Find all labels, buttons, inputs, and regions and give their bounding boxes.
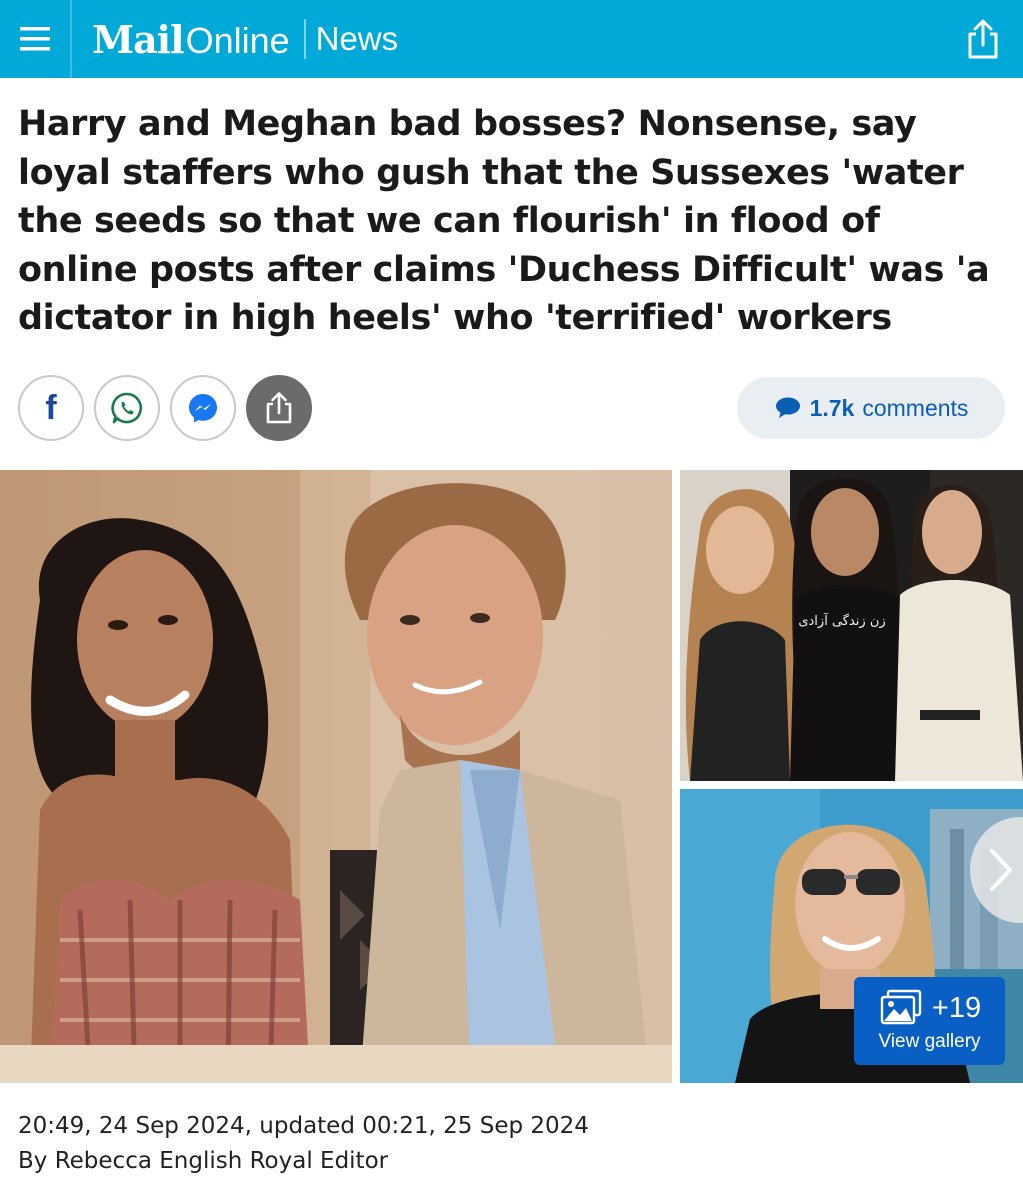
share-facebook-button[interactable]: f (18, 375, 84, 441)
share-icon (968, 19, 998, 59)
comments-label: comments (862, 394, 969, 421)
article-headline: Harry and Meghan bad bosses? Nonsense, s… (18, 104, 990, 338)
section-link-news[interactable]: News (316, 20, 399, 58)
speech-bubble-icon (775, 397, 800, 418)
article-byline[interactable]: By Rebecca English Royal Editor (18, 1148, 388, 1174)
menu-button[interactable] (0, 0, 72, 78)
gallery-thumbnail-1[interactable]: زن زندگی آزادی (680, 470, 1023, 781)
share-buttons: f (18, 375, 312, 441)
shirt-slogan: زن زندگی آزادی (798, 612, 885, 629)
gallery-count-row: +19 (878, 989, 981, 1027)
hamburger-icon (20, 27, 50, 51)
chevron-right-icon (990, 849, 1012, 891)
main-article-image[interactable] (0, 470, 672, 1083)
site-logo[interactable]: Mail Online (92, 17, 290, 62)
logo-online: Online (185, 19, 290, 61)
view-gallery-button[interactable]: +19 View gallery (854, 977, 1005, 1065)
top-bar: Mail Online News (0, 0, 1023, 78)
share-messenger-button[interactable] (170, 375, 236, 441)
article-timestamp: 20:49, 24 Sep 2024, updated 00:21, 25 Se… (18, 1113, 589, 1139)
comments-count: 1.7k (809, 394, 855, 421)
logo-mail: Mail (92, 16, 185, 62)
facebook-icon: f (45, 388, 57, 427)
photo-stack-icon (880, 989, 922, 1025)
gallery-label: View gallery (878, 1031, 981, 1052)
messenger-icon (189, 394, 217, 423)
comments-button[interactable]: 1.7k comments (737, 377, 1005, 439)
share-icon (266, 392, 292, 424)
header-divider (303, 19, 306, 59)
share-more-button[interactable] (246, 375, 312, 441)
share-whatsapp-button[interactable] (94, 375, 160, 441)
gallery-count: +19 (931, 991, 982, 1024)
header-share-button[interactable] (961, 16, 1005, 62)
whatsapp-icon (111, 392, 143, 424)
